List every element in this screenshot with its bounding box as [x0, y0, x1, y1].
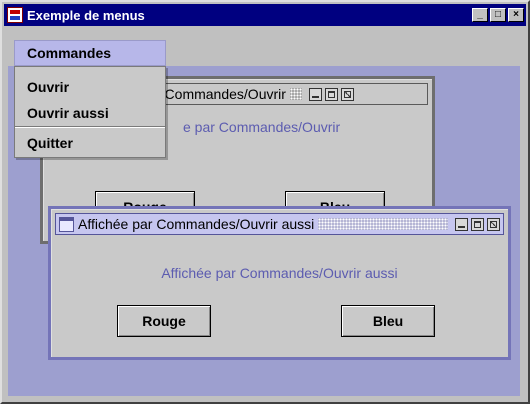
minimize-icon[interactable]	[308, 87, 322, 101]
menu-item-ouvrir[interactable]: Ouvrir	[15, 75, 165, 99]
grip-pattern	[289, 88, 302, 100]
close-icon[interactable]	[340, 87, 354, 101]
commandes-dropdown-menu: Ouvrir Ouvrir aussi Quitter	[14, 66, 166, 158]
grip-pattern	[318, 218, 448, 230]
minimize-icon[interactable]	[455, 217, 468, 231]
window-titlebar[interactable]: Exemple de menus _ □ ×	[4, 4, 526, 26]
internal-frame-title: Affichée par Commandes/Ouvrir aussi	[78, 216, 315, 232]
menu-item-ouvrir-aussi[interactable]: Ouvrir aussi	[15, 101, 165, 125]
rouge-button[interactable]: Rouge	[117, 305, 211, 337]
bleu-button[interactable]: Bleu	[341, 305, 435, 337]
internal-frame-title: r Commandes/Ouvrir	[156, 86, 286, 102]
menu-item-quitter[interactable]: Quitter	[15, 131, 165, 155]
internal-frame-titlebar[interactable]: Affichée par Commandes/Ouvrir aussi	[55, 213, 504, 235]
maximize-icon[interactable]	[324, 87, 338, 101]
window-title: Exemple de menus	[27, 7, 145, 23]
close-icon[interactable]: ×	[508, 8, 524, 22]
java-cup-icon	[7, 7, 23, 23]
close-icon[interactable]	[487, 217, 500, 231]
document-icon	[59, 216, 74, 232]
minimize-icon[interactable]: _	[472, 8, 488, 22]
maximize-icon[interactable]	[471, 217, 484, 231]
frame-label: Affichée par Commandes/Ouvrir aussi	[161, 265, 398, 281]
internal-frame-ouvrir-aussi[interactable]: Affichée par Commandes/Ouvrir aussi Affi…	[48, 206, 511, 360]
maximize-icon[interactable]: □	[490, 8, 506, 22]
menu-separator	[15, 126, 165, 128]
menu-commandes[interactable]: Commandes	[14, 40, 166, 66]
